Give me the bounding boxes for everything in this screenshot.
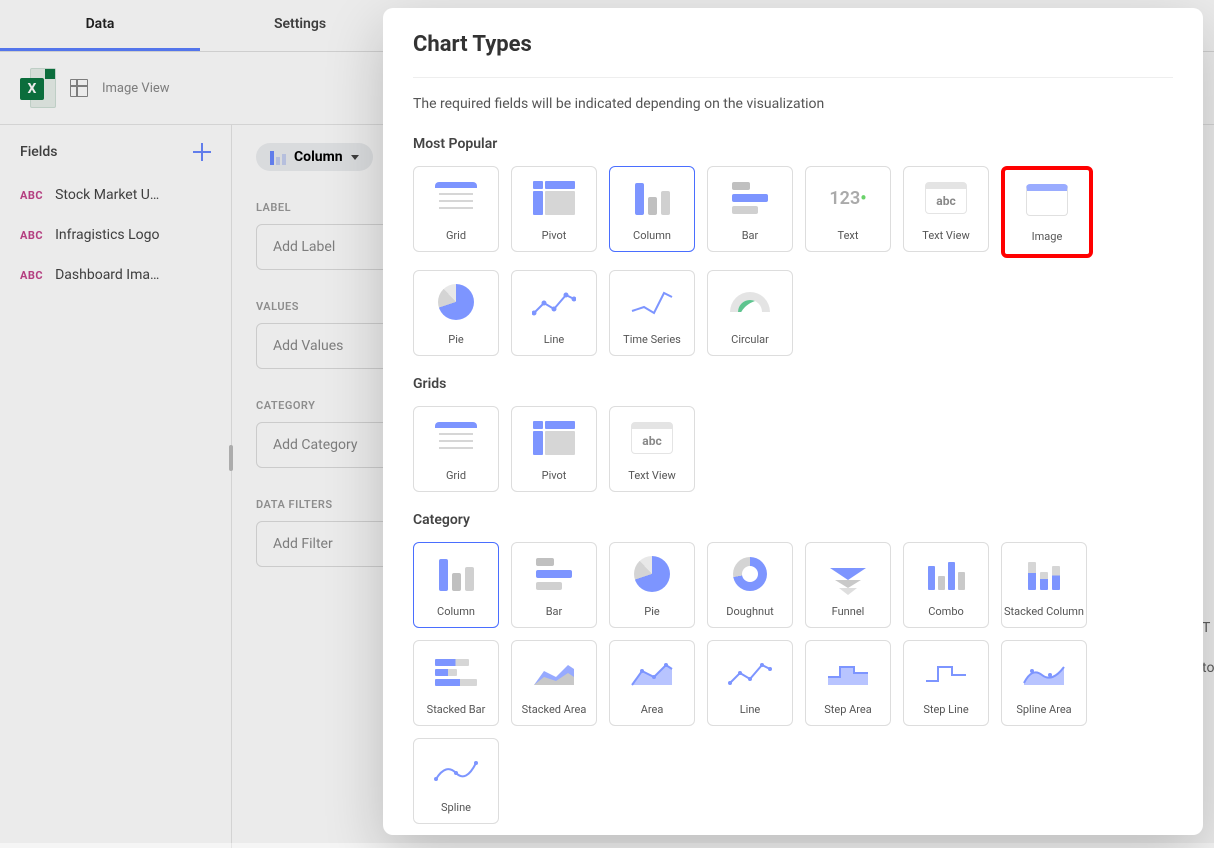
chart-type-bar[interactable]: Bar (707, 166, 793, 252)
chart-type-step-line[interactable]: Step Line (903, 640, 989, 726)
chart-type-line[interactable]: Line (707, 640, 793, 726)
chart-type-column[interactable]: Column (413, 542, 499, 628)
chart-type-spline-area[interactable]: Spline Area (1001, 640, 1087, 726)
section-category: Category (413, 512, 1173, 528)
chart-type-pivot[interactable]: Pivot (511, 406, 597, 492)
step-area-icon (826, 657, 870, 687)
grid-chart-icon (435, 182, 477, 214)
section-grids: Grids (413, 376, 1173, 392)
chart-type-spline[interactable]: Spline (413, 738, 499, 824)
chart-type-pie[interactable]: Pie (609, 542, 695, 628)
chart-type-column[interactable]: Column (609, 166, 695, 252)
chart-type-image[interactable]: Image (1001, 166, 1093, 258)
chart-type-grid[interactable]: Grid (413, 406, 499, 492)
bar-chart-icon (732, 182, 768, 214)
bar-chart-icon (536, 558, 572, 590)
chart-type-timeseries[interactable]: Time Series (609, 270, 695, 356)
stacked-column-icon (1028, 558, 1060, 590)
chart-type-step-area[interactable]: Step Area (805, 640, 891, 726)
line-chart-icon (532, 287, 576, 317)
divider (413, 77, 1173, 78)
column-chart-icon (635, 181, 670, 215)
funnel-chart-icon (830, 568, 866, 580)
section-most-popular: Most Popular (413, 136, 1173, 152)
chart-type-stacked-column[interactable]: Stacked Column (1001, 542, 1087, 628)
chart-types-popup: Chart Types The required fields will be … (383, 8, 1203, 835)
chart-type-line[interactable]: Line (511, 270, 597, 356)
circular-gauge-icon (730, 292, 770, 312)
image-view-icon (1026, 184, 1068, 216)
pie-chart-icon (634, 556, 670, 592)
chart-type-bar[interactable]: Bar (511, 542, 597, 628)
chart-type-stacked-bar[interactable]: Stacked Bar (413, 640, 499, 726)
pivot-chart-icon (533, 421, 575, 455)
chart-type-funnel[interactable]: Funnel (805, 542, 891, 628)
step-line-icon (924, 657, 968, 687)
chart-type-pie[interactable]: Pie (413, 270, 499, 356)
chart-type-doughnut[interactable]: Doughnut (707, 542, 793, 628)
chart-type-circular[interactable]: Circular (707, 270, 793, 356)
doughnut-chart-icon (733, 557, 767, 591)
stacked-area-icon (532, 657, 576, 687)
chart-type-combo[interactable]: Combo (903, 542, 989, 628)
combo-chart-icon (928, 558, 965, 590)
text-view-icon: abc (925, 182, 967, 214)
area-chart-icon (630, 657, 674, 687)
chart-type-area[interactable]: Area (609, 640, 695, 726)
line-chart-icon (728, 657, 772, 687)
chart-type-grid[interactable]: Grid (413, 166, 499, 252)
column-chart-icon (439, 557, 474, 591)
chart-type-pivot[interactable]: Pivot (511, 166, 597, 252)
chart-type-textview[interactable]: abc Text View (609, 406, 695, 492)
popup-description: The required fields will be indicated de… (413, 96, 1173, 112)
text-view-icon: abc (631, 422, 673, 454)
spline-area-icon (1022, 657, 1066, 687)
popup-title: Chart Types (413, 32, 1173, 57)
time-series-icon (630, 287, 674, 317)
pivot-chart-icon (533, 181, 575, 215)
stacked-bar-icon (435, 659, 477, 686)
chart-type-text[interactable]: 123• Text (805, 166, 891, 252)
spline-chart-icon (434, 755, 478, 785)
chart-type-stacked-area[interactable]: Stacked Area (511, 640, 597, 726)
pie-chart-icon (438, 284, 474, 320)
text-kpi-icon: 123• (829, 188, 866, 209)
grid-chart-icon (435, 422, 477, 454)
chart-type-textview[interactable]: abc Text View (903, 166, 989, 252)
